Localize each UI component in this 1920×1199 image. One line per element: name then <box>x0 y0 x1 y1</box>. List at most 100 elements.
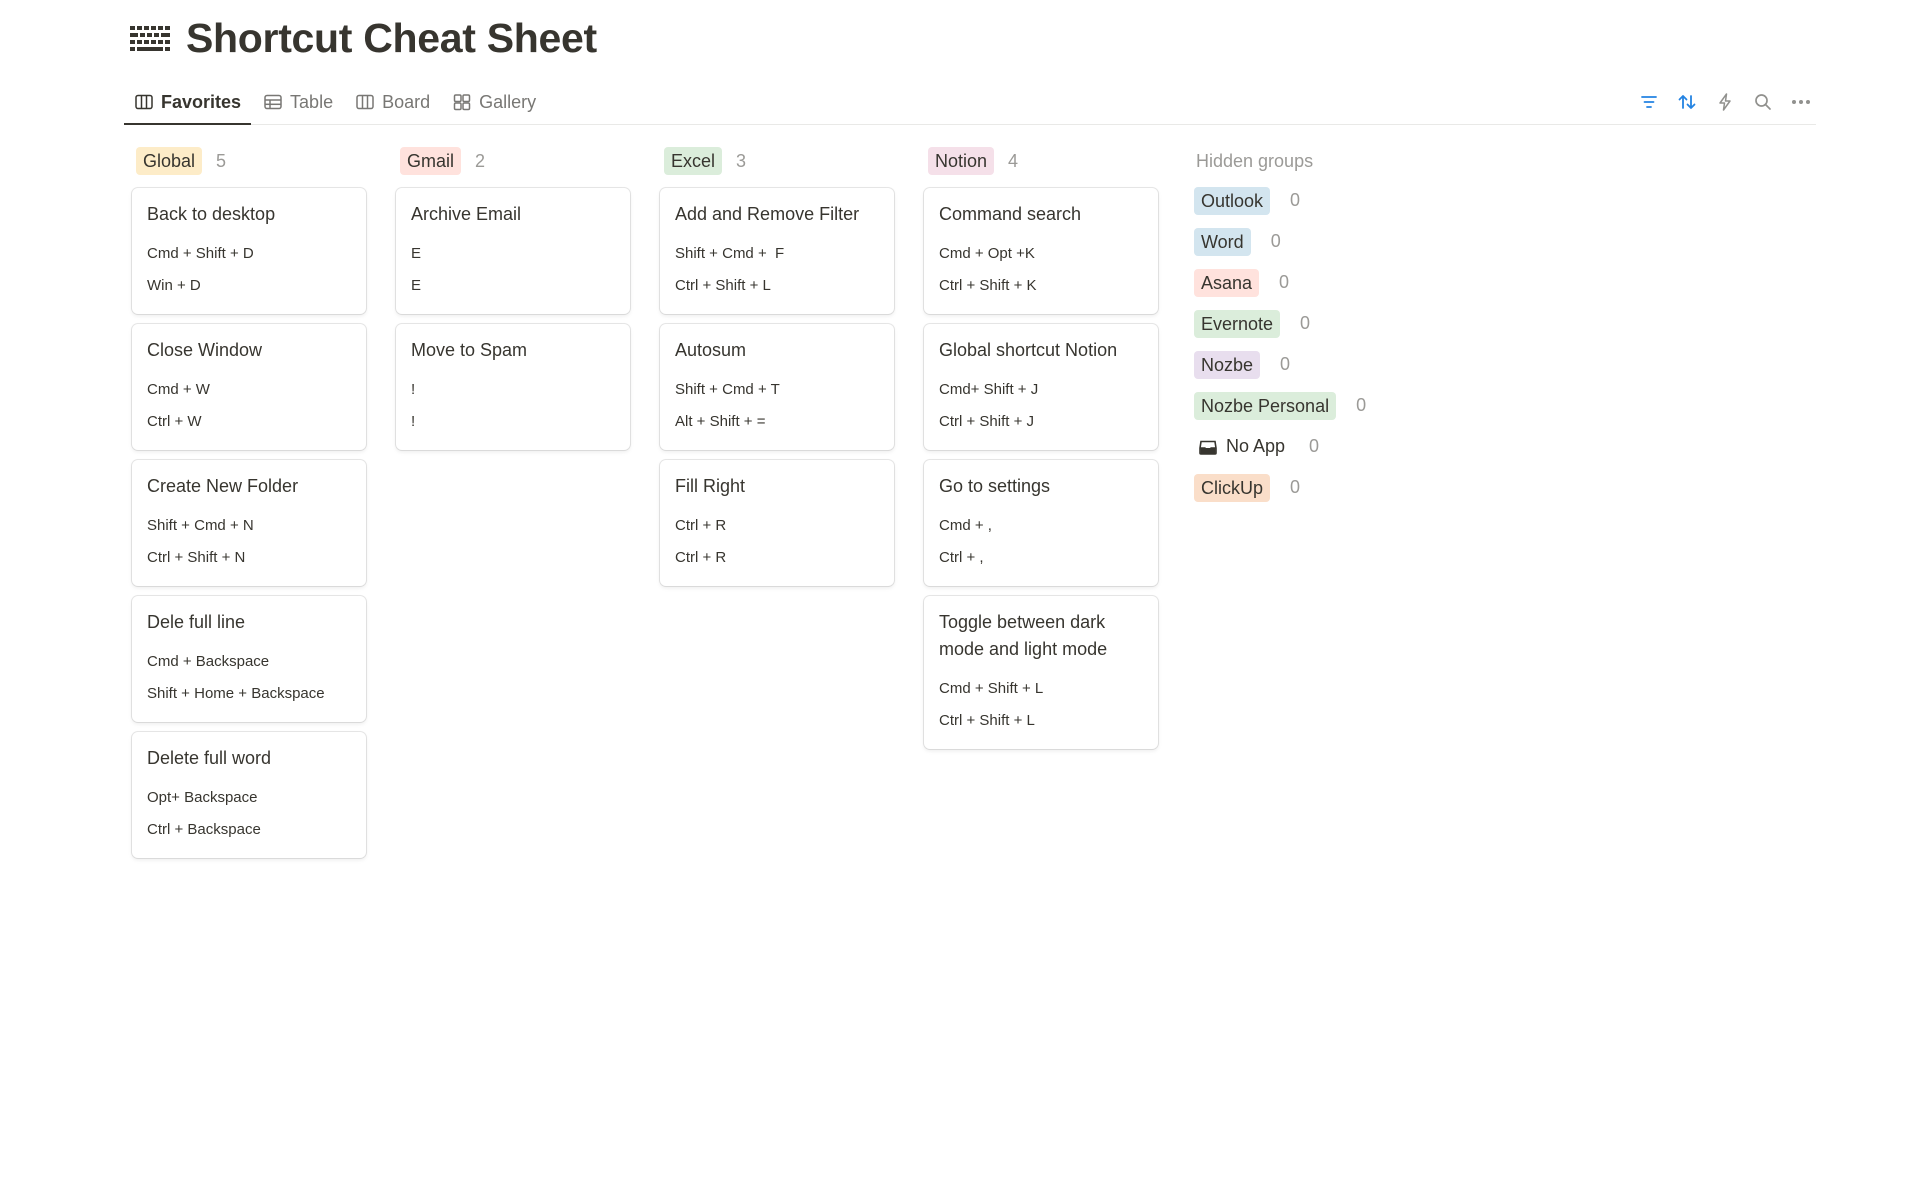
board-column-gmail: Gmail 2 Archive Email E E Move to Spam!! <box>396 142 630 460</box>
shortcut-card[interactable]: Create New Folder Shift + Cmd + N Ctrl + S… <box>132 460 366 586</box>
card-title: Archive Email <box>411 204 522 224</box>
hidden-group-evernote[interactable]: Evernote 0 <box>1194 303 1414 344</box>
sort-icon[interactable] <box>1672 87 1702 117</box>
windows-shortcut: Ctrl + Backspace <box>147 821 261 838</box>
windows-shortcut: Shift + Home + Backspace <box>147 685 325 702</box>
group-tag: Nozbe <box>1194 350 1261 379</box>
group-count: 0 <box>1270 231 1281 251</box>
keyboard-icon[interactable] <box>130 24 172 52</box>
shortcut-card[interactable]: Move to Spam!! <box>396 324 630 450</box>
views-bar: Favorites Table Board Gallery <box>124 80 1816 125</box>
shortcut-card[interactable]: Add and Remove Filter Shift + Cmd + F Ctrl… <box>660 188 894 314</box>
group-tag[interactable]: Gmail <box>400 147 462 175</box>
view-tabs: Favorites Table Board Gallery <box>124 80 548 125</box>
mac-shortcut: Cmd + Backspace <box>147 653 270 670</box>
shortcut-card[interactable]: Fill Right Ctrl + R Ctrl + R <box>660 460 894 586</box>
shortcut-card[interactable]: Close Window Cmd + W Ctrl + W <box>132 324 366 450</box>
shortcut-card[interactable]: Toggle between dark mode and light mode C… <box>924 596 1158 749</box>
mac-shortcut: Cmd + W <box>147 381 210 398</box>
tab-table[interactable]: Table <box>253 80 343 124</box>
group-count: 0 <box>1280 354 1291 374</box>
windows-shortcut: Ctrl + R <box>675 549 727 566</box>
group-count: 0 <box>1279 272 1290 292</box>
column-header: Global 5 <box>132 142 366 180</box>
group-tag: ClickUp <box>1194 473 1271 502</box>
page: Shortcut Cheat Sheet Favorites Table Board… <box>0 0 1920 1199</box>
page-header: Shortcut Cheat Sheet <box>130 10 597 66</box>
shortcut-card[interactable]: Command search Cmd + Opt +K Ctrl + Shift +… <box>924 188 1158 314</box>
card-title: Go to settings <box>939 476 1051 496</box>
automation-bolt-icon[interactable] <box>1710 87 1740 117</box>
card-title: Delete full word <box>147 748 272 768</box>
mac-shortcut: Cmd + Shift + D <box>147 245 254 262</box>
filter-icon[interactable] <box>1634 87 1664 117</box>
tab-label: Favorites <box>161 91 242 112</box>
shortcut-card[interactable]: Autosum Shift + Cmd + T Alt + Shift + = <box>660 324 894 450</box>
hidden-group-outlook[interactable]: Outlook 0 <box>1194 180 1414 221</box>
more-icon[interactable] <box>1786 87 1816 117</box>
mac-shortcut: Shift + Cmd + N <box>147 517 254 534</box>
board-icon <box>134 92 154 112</box>
card-list: Back to desktop Cmd + Shift + D Win + D Clo… <box>132 188 366 858</box>
windows-shortcut: Ctrl + W <box>147 413 202 430</box>
group-tag: Word <box>1194 227 1251 256</box>
shortcut-card[interactable]: Back to desktop Cmd + Shift + D Win + D <box>132 188 366 314</box>
tab-gallery[interactable]: Gallery <box>442 80 546 124</box>
windows-shortcut: E <box>411 277 422 294</box>
card-title: Add and Remove Filter <box>675 204 860 224</box>
search-icon[interactable] <box>1748 87 1778 117</box>
card-title: Autosum <box>675 340 747 360</box>
board-icon <box>355 92 375 112</box>
shortcut-card[interactable]: Dele full line Cmd + Backspace Shift + Hom… <box>132 596 366 722</box>
tab-favorites[interactable]: Favorites <box>124 80 252 125</box>
group-tag[interactable]: Global <box>136 147 203 175</box>
group-tag: Asana <box>1194 268 1260 297</box>
gallery-icon <box>452 92 472 112</box>
tab-label: Table <box>290 91 334 112</box>
group-count: 0 <box>1300 313 1311 333</box>
card-title: Create New Folder <box>147 476 299 496</box>
windows-shortcut: Alt + Shift + = <box>675 413 766 430</box>
mac-shortcut: Shift + Cmd + F <box>675 245 785 262</box>
tab-board[interactable]: Board <box>345 80 440 124</box>
hidden-group-word[interactable]: Word 0 <box>1194 221 1414 262</box>
group-label: No App <box>1194 434 1289 459</box>
mac-shortcut: Ctrl + R <box>675 517 727 534</box>
group-count: 4 <box>1008 150 1019 171</box>
card-list: Command search Cmd + Opt +K Ctrl + Shift +… <box>924 188 1158 749</box>
column-header: Notion 4 <box>924 142 1158 180</box>
mac-shortcut: E <box>411 245 422 262</box>
shortcut-card[interactable]: Archive Email E E <box>396 188 630 314</box>
hidden-group-asana[interactable]: Asana 0 <box>1194 262 1414 303</box>
shortcut-card[interactable]: Delete full word Opt+ Backspace Ctrl + Bac… <box>132 732 366 858</box>
group-tag[interactable]: Excel <box>664 147 723 175</box>
hidden-group-clickup[interactable]: ClickUp 0 <box>1194 467 1414 508</box>
shortcut-card[interactable]: Global shortcut Notion Cmd+ Shift + J Ctrl… <box>924 324 1158 450</box>
mac-shortcut: Cmd+ Shift + J <box>939 381 1039 398</box>
view-tools <box>1626 80 1816 124</box>
mac-shortcut: Opt+ Backspace <box>147 789 258 806</box>
tab-label: Board <box>382 91 431 112</box>
group-count: 3 <box>736 150 747 171</box>
group-count: 0 <box>1356 395 1367 415</box>
card-title: Fill Right <box>675 476 746 496</box>
shortcut-card[interactable]: Go to settings Cmd + , Ctrl + , <box>924 460 1158 586</box>
board-column-excel: Excel 3 Add and Remove Filter Shift + Cmd +… <box>660 142 894 596</box>
page-title: Shortcut Cheat Sheet <box>186 14 597 61</box>
windows-shortcut: Ctrl + , <box>939 549 984 566</box>
column-header: Gmail 2 <box>396 142 630 180</box>
windows-shortcut: Ctrl + Shift + L <box>675 277 771 294</box>
hidden-group-no-app[interactable]: No App 0 <box>1194 426 1414 467</box>
hidden-group-nozbe-personal[interactable]: Nozbe Personal 0 <box>1194 385 1414 426</box>
group-count: 2 <box>475 150 486 171</box>
card-list: Add and Remove Filter Shift + Cmd + F Ctrl… <box>660 188 894 586</box>
windows-shortcut: ! <box>411 413 416 430</box>
hidden-group-nozbe[interactable]: Nozbe 0 <box>1194 344 1414 385</box>
group-tag: Evernote <box>1194 309 1281 338</box>
column-header: Excel 3 <box>660 142 894 180</box>
hidden-groups: Hidden groups Outlook 0 Word 0 Asana 0 Evernote… <box>1194 142 1414 508</box>
card-title: Toggle between dark mode and light mode <box>939 612 1108 659</box>
card-title: Back to desktop <box>147 204 276 224</box>
mac-shortcut: Cmd + , <box>939 517 992 534</box>
group-tag[interactable]: Notion <box>928 147 995 175</box>
